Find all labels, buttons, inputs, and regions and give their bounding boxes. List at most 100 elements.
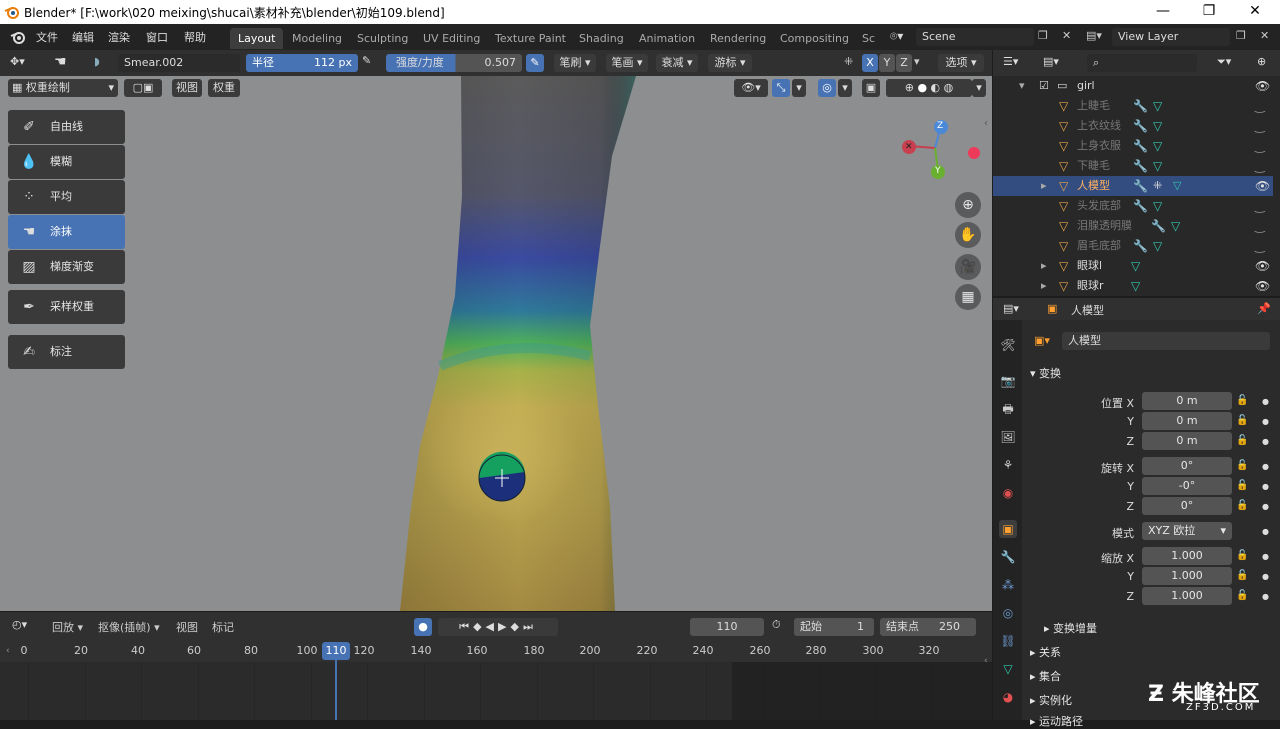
tool-average[interactable]: ⁘ 平均 (8, 180, 125, 214)
auto-keying-button[interactable]: ● (414, 618, 432, 636)
outliner-row-root[interactable]: ▾ ☑ ▭ girl 👁 (993, 76, 1273, 96)
tool-draw[interactable]: ✐ 自由线 (8, 110, 125, 144)
scale-y-field[interactable]: 1.000 (1142, 567, 1232, 585)
view-layer-tab-icon[interactable]: 🖼 (999, 428, 1017, 446)
transform-section[interactable]: ▾ 变换 (1030, 365, 1061, 381)
rotation-mode-dropdown[interactable]: XYZ 欧拉 ▾ (1142, 522, 1232, 540)
keyframe-dot-icon[interactable]: ● (1262, 572, 1269, 581)
strength-slider[interactable]: 强度/力度 0.507 (386, 54, 522, 72)
strength-pressure-icon[interactable]: ✎ (526, 54, 544, 72)
jump-end-icon[interactable]: ⏭ (523, 620, 537, 633)
lock-icon[interactable]: 🔓 (1236, 460, 1248, 471)
tab-rendering[interactable]: Rendering (702, 28, 774, 49)
material-tab-icon[interactable]: ◕ (999, 688, 1017, 706)
weight-paint-mesh[interactable] (0, 76, 992, 611)
rotation-y-field[interactable]: -0° (1142, 477, 1232, 495)
render-tab-icon[interactable]: 📷 (999, 372, 1017, 390)
shading-modes[interactable]: ⊕ ● ◐ ◍ (886, 79, 972, 97)
location-x-field[interactable]: 0 m (1142, 392, 1232, 410)
shading-dropdown-icon[interactable]: ▾ (972, 79, 986, 97)
tab-uv-editing[interactable]: UV Editing (415, 28, 488, 49)
xray-toggle-icon[interactable]: ▣ (862, 79, 880, 97)
tool-annotate[interactable]: ✍ 标注 (8, 335, 125, 369)
motion-paths-section[interactable]: ▸ 运动路径 (1030, 713, 1083, 729)
keyframe-dot-icon[interactable]: ● (1262, 437, 1269, 446)
eye-icon[interactable]: 👁 (1255, 256, 1270, 276)
new-view-layer-icon[interactable]: ❐ (1236, 29, 1246, 42)
hidden-eye-icon[interactable]: ‿ (1255, 116, 1265, 136)
keyframe-dot-icon[interactable]: ● (1262, 397, 1269, 406)
delete-view-layer-icon[interactable]: ✕ (1260, 29, 1269, 42)
rotation-z-field[interactable]: 0° (1142, 497, 1232, 515)
relations-section[interactable]: ▸ 关系 (1030, 644, 1061, 660)
location-y-field[interactable]: 0 m (1142, 412, 1232, 430)
menu-render[interactable]: 渲染 (108, 29, 130, 45)
keyframe-dot-icon[interactable]: ● (1262, 527, 1269, 536)
menu-weights[interactable]: 权重 (208, 79, 240, 97)
menu-help[interactable]: 帮助 (184, 29, 206, 45)
blender-menu-icon[interactable] (10, 29, 26, 45)
overlay-dropdown-icon[interactable]: ▾ (838, 79, 852, 97)
keyframe-dot-icon[interactable]: ● (1262, 592, 1269, 601)
brush-dropdown[interactable]: 笔刷 ▾ (554, 54, 596, 72)
tab-modeling[interactable]: Modeling (284, 28, 350, 49)
start-frame-field[interactable]: 起始 1 (794, 618, 874, 636)
timeline-scroll-left-icon[interactable]: ‹ (6, 646, 10, 656)
expand-arrow-icon[interactable]: ▸ (1041, 176, 1047, 196)
keyframe-dot-icon[interactable]: ● (1262, 482, 1269, 491)
overlay-toggle-icon[interactable]: ◎ (818, 79, 836, 97)
prev-keyframe-icon[interactable]: ◆ (473, 620, 485, 633)
brush-tool-icon[interactable]: ☚ (54, 54, 67, 70)
menu-window[interactable]: 窗口 (146, 29, 168, 45)
mode-dropdown[interactable]: ▦ 权重绘制 ▾ (8, 79, 118, 97)
mask-toggle-icon[interactable]: ▢▣ (124, 79, 162, 97)
display-mode-icon[interactable]: ▤▾ (1043, 55, 1059, 68)
scale-x-field[interactable]: 1.000 (1142, 547, 1232, 565)
object-name-field[interactable]: 人模型 (1062, 332, 1270, 350)
outliner-search-input[interactable]: ⌕ (1087, 54, 1197, 72)
hidden-eye-icon[interactable]: ‿ (1255, 196, 1265, 216)
lock-icon[interactable]: 🔓 (1236, 570, 1248, 581)
outliner-editor-type-icon[interactable]: ☰▾ (1003, 55, 1018, 68)
keying-menu[interactable]: 抠像(插帧) ▾ (98, 619, 160, 635)
menu-file[interactable]: 文件 (36, 29, 58, 45)
particles-tab-icon[interactable]: ⁂ (999, 576, 1017, 594)
stroke-dropdown[interactable]: 笔画 ▾ (606, 54, 648, 72)
hidden-eye-icon[interactable]: ‿ (1255, 136, 1265, 156)
frame-ruler[interactable]: 0 20 40 60 80 100 120 140 160 180 200 220 240 260 280 3… (0, 640, 992, 662)
world-tab-icon[interactable]: ◉ (999, 484, 1017, 502)
scene-selector-icon[interactable]: ⌾▾ (890, 29, 903, 44)
tab-animation[interactable]: Animation (631, 28, 703, 49)
rotation-x-field[interactable]: 0° (1142, 457, 1232, 475)
object-datablock-icon[interactable]: ▣▾ (1034, 334, 1050, 347)
3d-viewport[interactable]: ▦ 权重绘制 ▾ ▢▣ 视图 权重 👁▾ ⤡ ▾ ◎ ▾ ▣ ⊕ ● ◐ ◍ ▾… (0, 76, 992, 611)
maximize-icon[interactable]: ❐ (1186, 0, 1232, 24)
zoom-icon[interactable]: ⊕ (955, 192, 981, 218)
keyframe-dot-icon[interactable]: ● (1262, 502, 1269, 511)
properties-editor-type-icon[interactable]: ▤▾ (1003, 302, 1019, 315)
tab-shading[interactable]: Shading (571, 28, 632, 49)
symmetry-icon[interactable]: ⁜ (844, 55, 853, 68)
next-keyframe-icon[interactable]: ◆ (510, 620, 522, 633)
mirror-x-button[interactable]: X (862, 54, 878, 72)
brush-preview-icon[interactable]: ◗ (94, 55, 100, 68)
wireframe-shading-icon[interactable]: ⊕ (905, 81, 914, 94)
end-frame-field[interactable]: 结束点 250 (880, 618, 976, 636)
collections-section[interactable]: ▸ 集合 (1030, 668, 1061, 684)
hidden-eye-icon[interactable]: ‿ (1255, 236, 1265, 256)
hidden-eye-icon[interactable]: ‿ (1255, 216, 1265, 236)
outliner-row[interactable]: ▽ 眉毛底部 🔧 ▽ ‿ (993, 236, 1273, 256)
eye-icon[interactable]: 👁 (1255, 76, 1270, 96)
expand-arrow-icon[interactable]: ▾ (1019, 76, 1025, 96)
tool-gradient[interactable]: ▨ 梯度渐变 (8, 250, 125, 284)
brush-name-field[interactable]: Smear.002 (118, 54, 240, 72)
tab-compositing[interactable]: Compositing (772, 28, 857, 49)
mirror-settings-icon[interactable]: ▾ (914, 55, 920, 68)
lock-icon[interactable]: 🔓 (1236, 550, 1248, 561)
lock-icon[interactable]: 🔓 (1236, 415, 1248, 426)
constraints-tab-icon[interactable]: ⛓ (999, 632, 1017, 650)
lock-icon[interactable]: 🔓 (1236, 435, 1248, 446)
outliner-row-selected[interactable]: ▸ ▽ 人模型 🔧 ⁜ ▽ 👁 (993, 176, 1273, 196)
perspective-toggle-icon[interactable]: ▦ (955, 284, 981, 310)
camera-view-icon[interactable]: 🎥 (955, 254, 981, 280)
